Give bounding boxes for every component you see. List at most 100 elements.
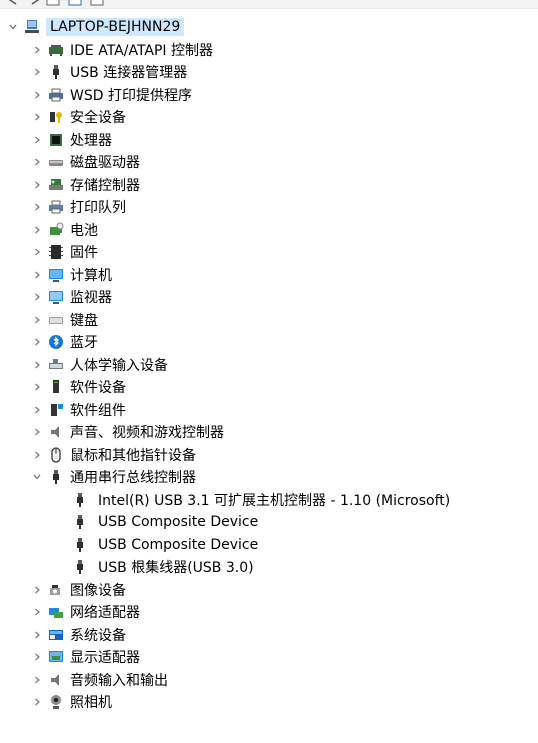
tree-category[interactable]: 通用串行总线控制器	[32, 466, 538, 488]
tree-category[interactable]: 照相机	[32, 691, 538, 713]
audio-io-icon	[48, 672, 64, 688]
tree-category[interactable]: 音频输入和输出	[32, 669, 538, 691]
tree-item-label: USB Composite Device	[98, 536, 259, 553]
chevron-right-icon[interactable]	[32, 90, 42, 100]
tree-item-label: 计算机	[70, 267, 112, 284]
chevron-right-icon[interactable]	[32, 157, 42, 167]
tree-category[interactable]: 固件	[32, 241, 538, 263]
tree-item-label: 处理器	[70, 132, 112, 149]
tree-category[interactable]: 显示适配器	[32, 646, 538, 668]
tree-item-label: 软件设备	[70, 380, 126, 396]
printer-icon	[48, 87, 64, 103]
tree-item-label: USB 连接器管理器	[70, 65, 188, 81]
tree-item-label: IDE ATA/ATAPI 控制器	[70, 42, 214, 59]
tree-item-label: 固件	[70, 245, 98, 261]
ide-controller-icon	[48, 42, 64, 58]
security-device-icon	[48, 109, 64, 125]
back-arrow-icon[interactable]	[6, 0, 20, 6]
chevron-right-icon[interactable]	[32, 67, 42, 77]
tree-device[interactable]: USB 根集线器(USB 3.0)	[72, 556, 538, 578]
chevron-right-icon[interactable]	[32, 225, 42, 235]
tree-category[interactable]: USB 连接器管理器	[32, 61, 538, 83]
chevron-right-icon[interactable]	[32, 247, 42, 257]
tree-category[interactable]: 计算机	[32, 264, 538, 286]
tree-category[interactable]: 软件组件	[32, 399, 538, 421]
chevron-right-icon[interactable]	[32, 112, 42, 122]
forward-arrow-icon[interactable]	[28, 0, 42, 6]
tree-item-label: 照相机	[70, 695, 112, 711]
chevron-down-icon[interactable]	[32, 472, 42, 482]
tree-category[interactable]: 打印队列	[32, 196, 538, 218]
chevron-down-icon[interactable]	[8, 22, 18, 32]
chevron-right-icon[interactable]	[32, 630, 42, 640]
tree-item-label: 蓝牙	[70, 335, 98, 351]
chevron-right-icon[interactable]	[32, 270, 42, 280]
chevron-right-icon[interactable]	[32, 315, 42, 325]
tree-category[interactable]: 蓝牙	[32, 331, 538, 353]
chevron-right-icon[interactable]	[32, 337, 42, 347]
tree-category[interactable]: 监视器	[32, 286, 538, 308]
tree-device[interactable]: USB Composite Device	[72, 534, 538, 556]
chevron-right-icon[interactable]	[32, 180, 42, 190]
toolbar	[0, 0, 538, 9]
mouse-icon	[48, 446, 64, 463]
chevron-right-icon[interactable]	[32, 585, 42, 595]
tree-category[interactable]: 人体学输入设备	[32, 354, 538, 376]
properties-icon[interactable]	[46, 0, 60, 6]
tree-device[interactable]: Intel(R) USB 3.1 可扩展主机控制器 - 1.10 (Micros…	[72, 489, 538, 511]
firmware-chip-icon	[48, 244, 64, 260]
help-icon[interactable]	[68, 0, 82, 6]
tree-category[interactable]: 软件设备	[32, 376, 538, 398]
processor-icon	[48, 132, 64, 148]
keyboard-icon	[48, 312, 64, 328]
chevron-right-icon[interactable]	[32, 135, 42, 145]
hid-icon	[48, 357, 64, 373]
tree-category[interactable]: 网络适配器	[32, 601, 538, 623]
tree-category[interactable]: 处理器	[32, 129, 538, 151]
bluetooth-icon	[48, 334, 64, 350]
chevron-right-icon[interactable]	[32, 697, 42, 707]
tree-item-label: 打印队列	[70, 200, 126, 216]
tree-root-computer[interactable]: LAPTOP-BEJHNN29	[8, 16, 538, 38]
usb-plug-icon	[72, 514, 88, 530]
chevron-right-icon[interactable]	[32, 202, 42, 212]
tree-category[interactable]: 鼠标和其他指针设备	[32, 444, 538, 466]
tree-category[interactable]: 键盘	[32, 309, 538, 331]
storage-controller-icon	[48, 177, 64, 193]
chevron-right-icon[interactable]	[32, 652, 42, 662]
tree-category[interactable]: IDE ATA/ATAPI 控制器	[32, 39, 538, 61]
tree-root-label: LAPTOP-BEJHNN29	[46, 18, 185, 36]
tree-category[interactable]: WSD 打印提供程序	[32, 84, 538, 106]
tree-item-label: 图像设备	[70, 582, 126, 599]
chevron-right-icon[interactable]	[32, 45, 42, 55]
speaker-icon	[48, 424, 64, 440]
update-driver-icon[interactable]	[90, 0, 104, 6]
tree-item-label: 监视器	[70, 290, 112, 306]
software-device-icon	[48, 379, 64, 395]
print-queue-icon	[48, 199, 64, 215]
chevron-right-icon[interactable]	[32, 427, 42, 437]
tree-category[interactable]: 图像设备	[32, 579, 538, 601]
chevron-right-icon[interactable]	[32, 360, 42, 370]
chevron-right-icon[interactable]	[32, 450, 42, 460]
chevron-right-icon[interactable]	[32, 292, 42, 302]
tree-category[interactable]: 存储控制器	[32, 174, 538, 196]
chevron-right-icon[interactable]	[32, 382, 42, 392]
tree-item-label: 磁盘驱动器	[70, 155, 140, 171]
tree-category[interactable]: 系统设备	[32, 624, 538, 646]
tree-category[interactable]: 磁盘驱动器	[32, 151, 538, 173]
tree-item-label: USB 根集线器(USB 3.0)	[98, 560, 254, 576]
tree-item-label: 系统设备	[70, 627, 126, 644]
chevron-right-icon[interactable]	[32, 405, 42, 415]
tree-device[interactable]: USB Composite Device	[72, 511, 538, 533]
chevron-right-icon[interactable]	[32, 607, 42, 617]
computer-icon	[48, 267, 64, 283]
chevron-right-icon[interactable]	[32, 675, 42, 685]
tree-category[interactable]: 安全设备	[32, 106, 538, 128]
tree-category[interactable]: 声音、视频和游戏控制器	[32, 421, 538, 443]
tree-category[interactable]: 电池	[32, 219, 538, 241]
tree-item-label: 显示适配器	[70, 650, 140, 666]
system-device-icon	[48, 627, 64, 643]
camera-device-icon	[48, 582, 64, 598]
tree-item-label: 声音、视频和游戏控制器	[70, 425, 224, 441]
